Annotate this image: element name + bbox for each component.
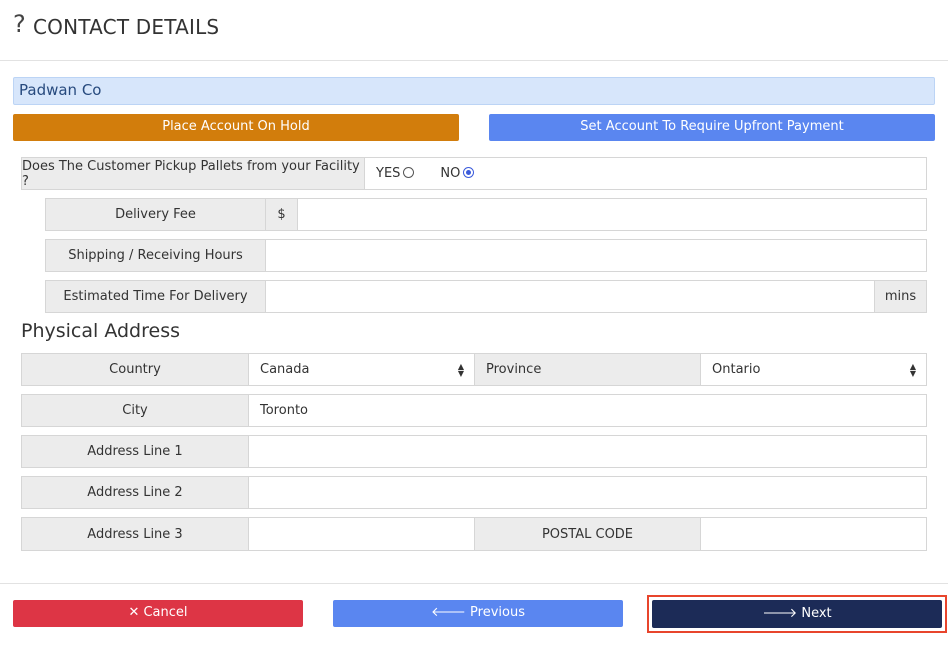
company-name-banner: Padwan Co [13,77,935,105]
pickup-yes-label: YES [376,166,401,181]
city-row: City Toronto [21,394,927,427]
province-value: Ontario [712,362,761,377]
dollar-prefix: $ [266,199,298,230]
postal-code-label: POSTAL CODE [475,518,701,550]
footer-divider [0,583,948,584]
province-select[interactable]: Ontario ▲ ▼ [701,354,926,385]
pickup-question-label: Does The Customer Pickup Pallets from yo… [22,158,365,189]
place-account-on-hold-button[interactable]: Place Account On Hold [13,114,459,141]
pickup-yes-radio[interactable] [403,167,415,178]
address-line-2-row: Address Line 2 [21,476,927,509]
question-icon: ? [13,10,26,38]
pickup-no-radio[interactable] [463,167,475,178]
pickup-question-row: Does The Customer Pickup Pallets from yo… [21,157,927,190]
address-line-2-input[interactable] [249,477,926,508]
address-line-3-input[interactable] [249,518,475,550]
delivery-fee-row: Delivery Fee $ [45,198,927,231]
pickup-radio-group: YES NO [365,158,926,189]
est-delivery-row: Estimated Time For Delivery mins [45,280,927,313]
pickup-no-option[interactable]: NO [440,166,475,181]
cancel-button[interactable]: ✕ Cancel [13,600,303,627]
city-input[interactable]: Toronto [249,395,926,426]
previous-button[interactable]: 🡐 Previous [333,600,623,627]
est-delivery-label: Estimated Time For Delivery [46,281,266,312]
address-line-1-label: Address Line 1 [22,436,249,467]
delivery-fee-label: Delivery Fee [46,199,266,230]
company-name: Padwan Co [19,81,102,99]
pickup-no-label: NO [440,166,461,181]
page-header: ? CONTACT DETAILS [0,0,948,61]
physical-address-heading: Physical Address [21,320,180,342]
require-upfront-payment-button[interactable]: Set Account To Require Upfront Payment [489,114,935,141]
pickup-yes-option[interactable]: YES [376,166,415,181]
country-province-row: Country Canada ▲ ▼ Province Ontario ▲ ▼ [21,353,927,386]
country-select[interactable]: Canada ▲ ▼ [249,354,475,385]
shipping-hours-label: Shipping / Receiving Hours [46,240,266,271]
address-line-2-label: Address Line 2 [22,477,249,508]
country-value: Canada [260,362,310,377]
select-updown-icon: ▲ ▼ [909,362,916,378]
postal-code-input[interactable] [701,518,926,550]
city-label: City [22,395,249,426]
select-updown-icon: ▲ ▼ [457,362,464,378]
province-label: Province [475,354,701,385]
shipping-hours-row: Shipping / Receiving Hours [45,239,927,272]
address-line-3-row: Address Line 3 POSTAL CODE [21,517,927,551]
address-line-1-input[interactable] [249,436,926,467]
delivery-fee-input[interactable] [298,199,926,230]
address-line-1-row: Address Line 1 [21,435,927,468]
est-delivery-input[interactable] [266,281,874,312]
shipping-hours-input[interactable] [266,240,926,271]
mins-suffix: mins [874,281,926,312]
address-line-3-label: Address Line 3 [22,518,249,550]
page-title: CONTACT DETAILS [33,15,220,39]
next-button[interactable]: 🡒 Next [652,600,942,628]
country-label: Country [22,354,249,385]
